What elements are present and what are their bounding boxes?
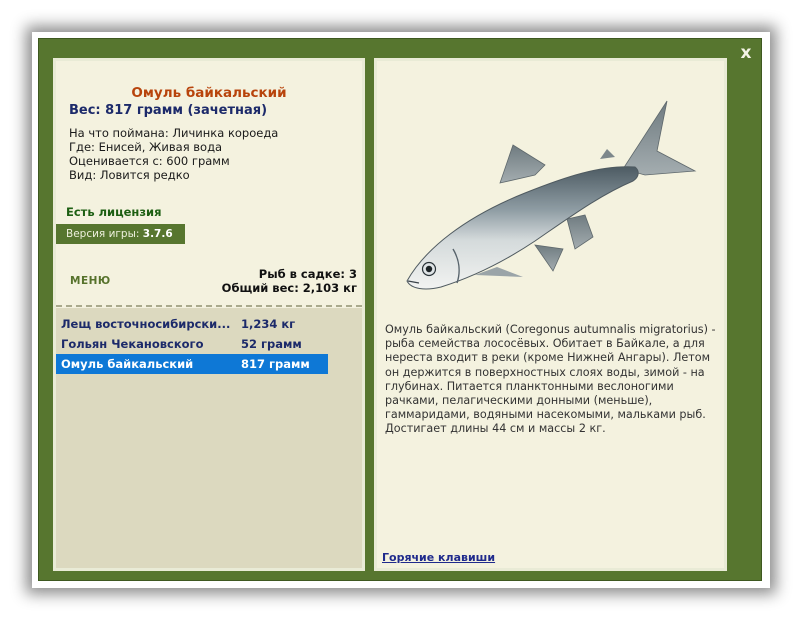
license-status: Есть лицензия [66,205,162,219]
fish-description-panel: Омуль байкальский (Coregonus autumnalis … [374,58,727,571]
keepnet-row-selected[interactable]: Омуль байкальский 817 грамм [56,354,328,374]
row-fish-weight: 817 грамм [241,357,310,371]
valued-from-info: Оценивается с: 600 грамм [69,154,230,168]
keepnet-count: Рыб в садке: 3 [258,267,357,281]
fish-weight: Вес: 817 грамм (зачетная) [69,103,268,118]
row-fish-name: Лещ восточносибирски... [61,317,231,331]
close-button[interactable]: x [734,40,758,66]
omul-fish-image [406,100,697,290]
keepnet-list: Лещ восточносибирски... 1,234 кг Гольян … [56,308,362,568]
row-fish-name: Омуль байкальский [61,357,194,371]
row-fish-name: Гольян Чекановского [61,337,204,351]
game-version: Версия игры: 3.7.6 [56,224,185,244]
keepnet-total-weight: Общий вес: 2,103 кг [221,281,357,295]
keepnet-row[interactable]: Лещ восточносибирски... 1,234 кг [56,314,328,334]
version-label: Версия игры: [66,228,140,240]
catch-info-panel: Омуль байкальский Вес: 817 грамм (зачетн… [53,58,365,571]
bait-info: На что поймана: Личинка короеда [69,126,279,140]
fish-description: Омуль байкальский (Coregonus autumnalis … [385,323,716,436]
location-info: Где: Енисей, Живая вода [69,140,223,154]
kind-info: Вид: Ловится редко [69,168,190,182]
row-fish-weight: 1,234 кг [241,317,296,331]
version-value: 3.7.6 [142,228,173,240]
hotkeys-link[interactable]: Горячие клавиши [382,551,495,564]
keepnet-row[interactable]: Гольян Чекановского 52 грамм [56,334,328,354]
row-fish-weight: 52 грамм [241,337,302,351]
fish-title: Омуль байкальский [131,85,287,101]
menu-button[interactable]: МЕНЮ [70,275,111,287]
divider [56,305,362,307]
